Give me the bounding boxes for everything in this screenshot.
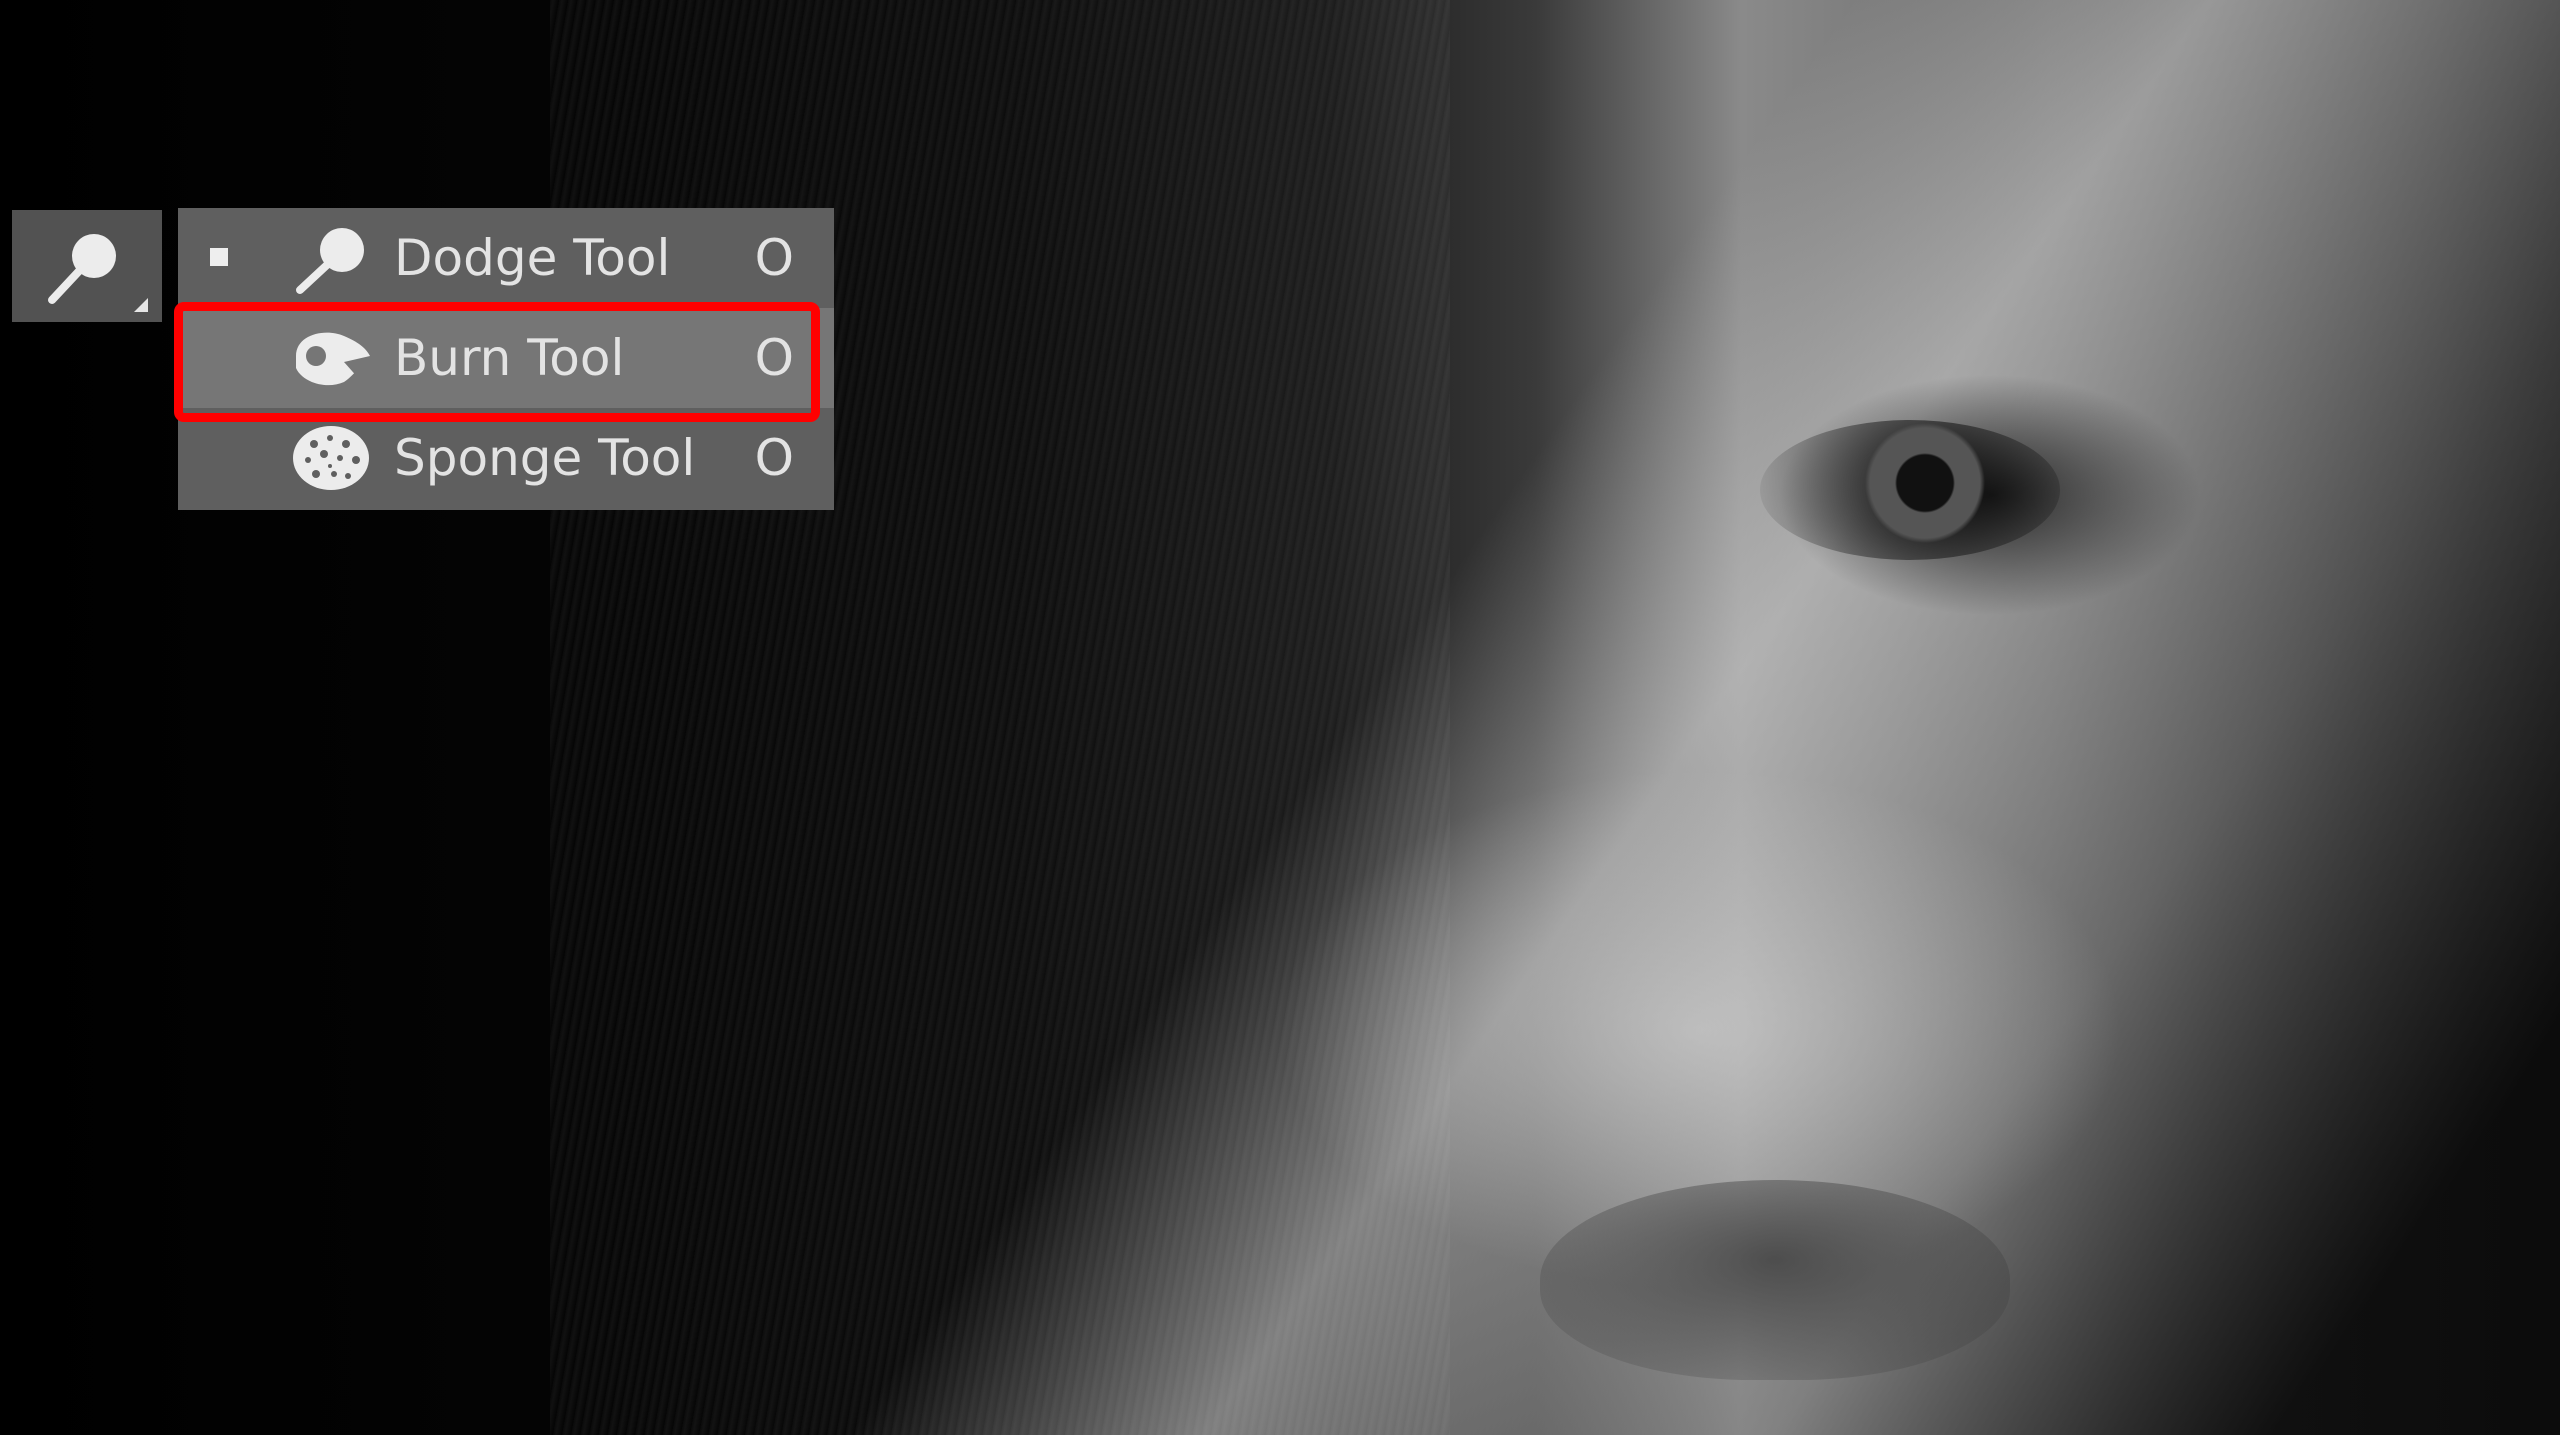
- menu-item-label: Sponge Tool: [394, 429, 696, 487]
- sponge-icon: [293, 426, 369, 490]
- menu-item-label: Dodge Tool: [394, 229, 671, 287]
- dodge-icon: [48, 234, 116, 304]
- menu-item-shortcut: O: [754, 429, 794, 487]
- menu-item-shortcut: O: [754, 229, 794, 287]
- selected-indicator-icon: [210, 248, 228, 266]
- lips-detail: [1540, 1180, 2010, 1380]
- burn-tool-highlight-box: [174, 302, 820, 422]
- dodge-icon: [296, 228, 364, 294]
- toolbox-dodge-slot[interactable]: [12, 210, 162, 322]
- menu-item-sponge-tool[interactable]: Sponge Tool O: [178, 408, 834, 508]
- menu-item-dodge-tool[interactable]: Dodge Tool O: [178, 208, 834, 308]
- eye-detail: [1760, 420, 2060, 560]
- flyout-indicator-icon: [134, 298, 148, 312]
